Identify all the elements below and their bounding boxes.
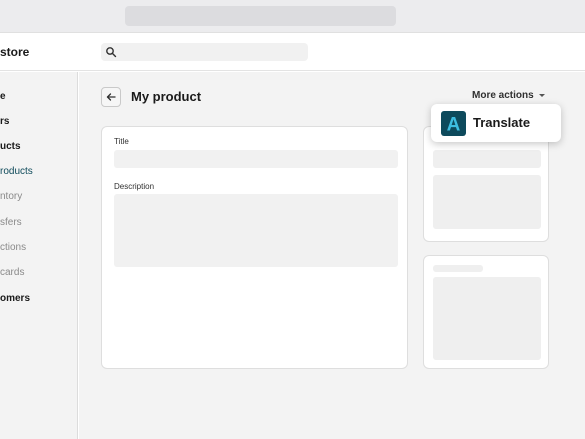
translate-label: Translate [473,115,531,130]
back-button[interactable] [101,87,121,107]
translate-logo-glyph: A [447,115,461,135]
address-bar[interactable] [125,6,396,26]
placeholder-heading [433,265,483,272]
sidebar: e rs ucts roducts ntory sfers ctions car… [0,72,78,439]
arrow-left-icon [106,93,116,101]
title-input[interactable] [114,150,398,168]
more-actions-button[interactable]: More actions [472,90,545,101]
browser-bar [0,0,585,33]
sidebar-item-inventory[interactable]: ntory [0,191,22,202]
sidebar-item-transfers[interactable]: sfers [0,217,22,228]
sidebar-item-orders[interactable]: rs [0,116,9,127]
chevron-down-icon [538,94,545,97]
sidebar-item-collections[interactable]: ctions [0,242,26,253]
organization-card [423,255,549,369]
sidebar-item-home[interactable]: e [0,91,6,102]
translate-app-icon: A [441,111,466,136]
description-label: Description [114,182,155,191]
status-card [423,126,549,242]
store-name: store [0,45,30,59]
sidebar-item-customers[interactable]: omers [0,293,30,304]
top-bar: store [0,33,585,71]
placeholder-block [433,277,541,360]
search-input[interactable] [101,43,308,61]
svg-text:A: A [447,115,461,135]
sidebar-item-products[interactable]: ucts [0,141,21,152]
placeholder-block [433,175,541,229]
placeholder-block [433,150,541,168]
title-label: Title [114,137,129,146]
sidebar-item-all-products[interactable]: roducts [0,166,33,177]
more-actions-label: More actions [472,90,534,101]
sidebar-item-gift-cards[interactable]: cards [0,267,24,278]
product-details-card: Title Description [101,126,408,369]
search-icon [106,47,117,58]
translate-menu-item[interactable]: A Translate [431,104,561,142]
description-input[interactable] [114,194,398,267]
page-title: My product [131,89,202,104]
